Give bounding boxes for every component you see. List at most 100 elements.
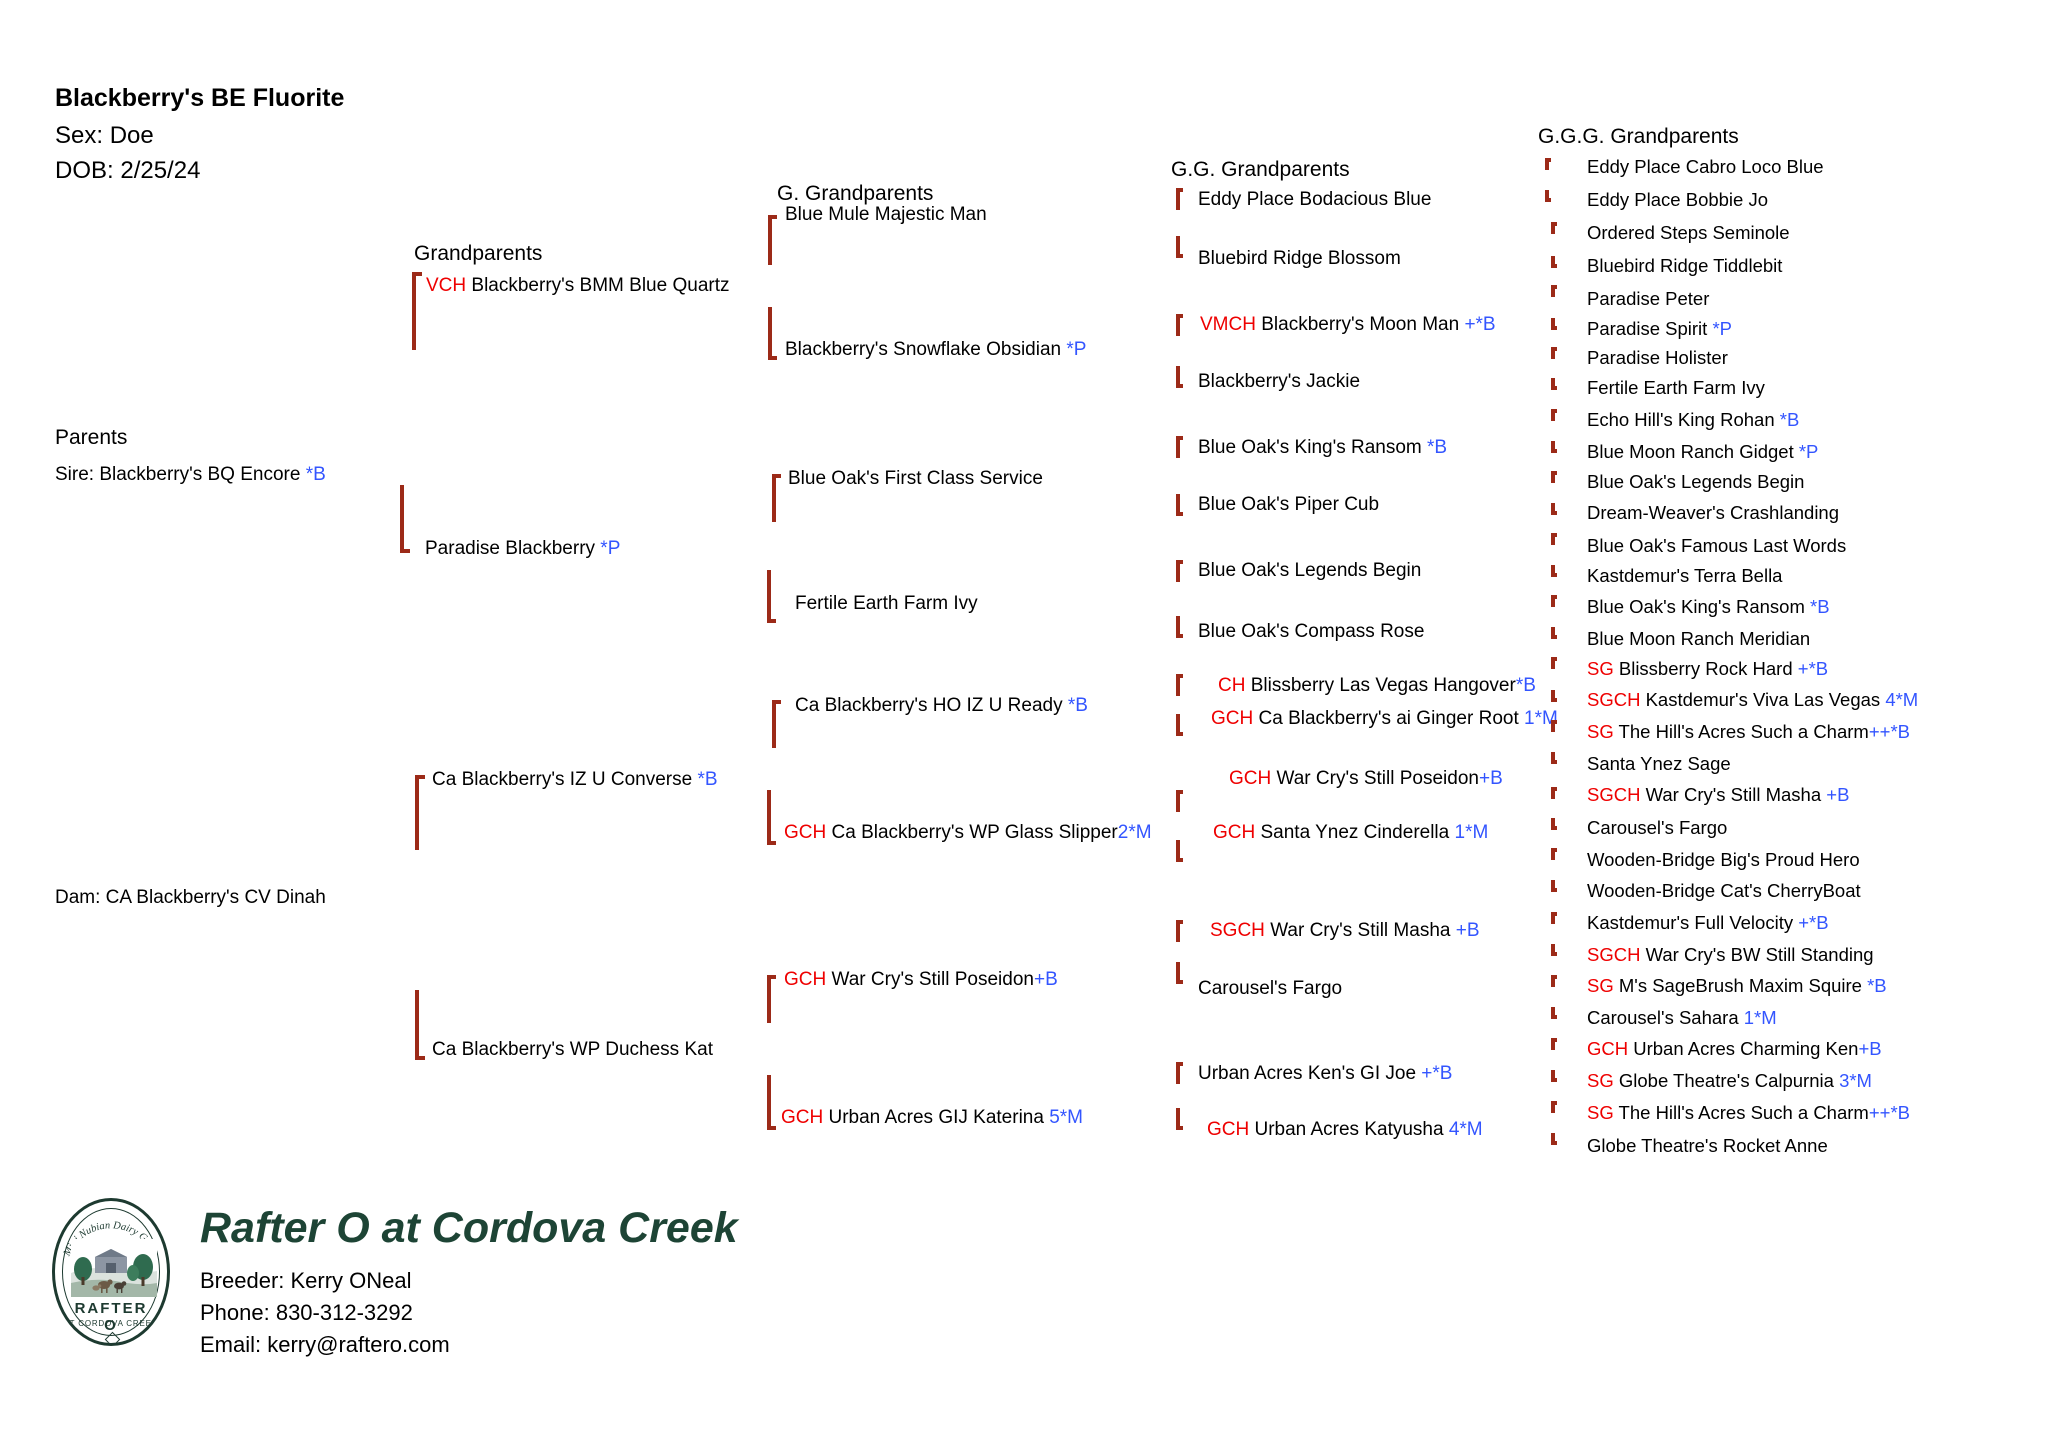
gg-grandparent-name: Blissberry Las Vegas Hangover: [1250, 675, 1516, 696]
gg-grandparent-entry: Blue Oak's Legends Begin: [1198, 561, 1421, 580]
gg-grandparent-name: Blue Oak's King's Ransom: [1198, 437, 1428, 458]
ggg-grandparent-suffix: 1*M: [1743, 1007, 1777, 1028]
ggg-grandparent-name: Kastdemur's Terra Bella: [1587, 565, 1783, 586]
ggg-grandparent-entry: Dream-Weaver's Crashlanding: [1587, 503, 1839, 523]
g-grandparent-entry: GCH Ca Blackberry's WP Glass Slipper2*M: [784, 823, 1152, 842]
bracket-ggg-grandparent-25: [1551, 912, 1557, 924]
ggg-grandparent-name: Ordered Steps Seminole: [1587, 222, 1790, 243]
gg-grandparent-suffix: *B: [1427, 437, 1448, 458]
bracket-ggg-grandparent-11: [1551, 471, 1557, 483]
ggg-grandparent-name: The Hill's Acres Such a Charm: [1618, 721, 1869, 742]
ggg-grandparent-title-prefix: SG: [1587, 1102, 1619, 1123]
ggg-grandparent-entry: Ordered Steps Seminole: [1587, 222, 1790, 243]
bracket-gg-grandparent-13: [1176, 920, 1183, 942]
ggg-grandparent-entry: SG The Hill's Acres Such a Charm++*B: [1587, 1102, 1910, 1123]
bracket-ggg-grandparent-27: [1551, 975, 1557, 987]
bracket-ggg-grandparent-22: [1551, 818, 1557, 830]
bracket-ggg-grandparent-2: [1545, 190, 1551, 202]
ggg-grandparent-name: Blissberry Rock Hard: [1618, 658, 1798, 679]
ggg-grandparent-name: War Cry's BW Still Standing: [1645, 944, 1874, 965]
gg-grandparent-entry: GCH Santa Ynez Cinderella 1*M: [1213, 823, 1488, 842]
bracket-gg-grandparent-12: [1176, 840, 1183, 862]
ggg-grandparent-name: The Hill's Acres Such a Charm: [1618, 1102, 1869, 1123]
bracket-gg-grandparent-11: [1176, 790, 1183, 812]
gg-grandparent-suffix: +B: [1478, 768, 1503, 789]
gg-grandparent-entry: GCH War Cry's Still Poseidon+B: [1229, 769, 1503, 788]
column-heading-grandparents: Grandparents: [414, 242, 543, 265]
bracket-ggg-grandparent-24: [1551, 880, 1557, 892]
ggg-grandparent-title-prefix: SG: [1587, 975, 1619, 996]
grandparent-entry: Ca Blackberry's IZ U Converse *B: [432, 770, 718, 789]
bracket-ggg-grandparent-28: [1551, 1007, 1557, 1019]
grandparent-suffix: *B: [697, 769, 718, 790]
gg-grandparent-title-prefix: GCH: [1211, 708, 1259, 729]
bracket-g-grandparent-8: [767, 1075, 776, 1130]
g-grandparent-title-prefix: GCH: [781, 1107, 829, 1128]
gg-grandparent-entry: Eddy Place Bodacious Blue: [1198, 190, 1431, 209]
bracket-grandparent-1: [412, 272, 422, 350]
gg-grandparent-title-prefix: CH: [1218, 675, 1251, 696]
ggg-grandparent-name: Wooden-Bridge Cat's CherryBoat: [1587, 880, 1861, 901]
gg-grandparent-name: War Cry's Still Masha: [1270, 920, 1456, 941]
bracket-ggg-grandparent-18: [1551, 690, 1557, 702]
grandparent-name: Ca Blackberry's WP Duchess Kat: [432, 1039, 713, 1060]
ggg-grandparent-name: Echo Hill's King Rohan: [1587, 409, 1780, 430]
bracket-ggg-grandparent-1: [1545, 158, 1551, 170]
ggg-grandparent-entry: SGCH War Cry's Still Masha +B: [1587, 785, 1849, 805]
ggg-grandparent-entry: SG Globe Theatre's Calpurnia 3*M: [1587, 1070, 1872, 1091]
bracket-ggg-grandparent-10: [1551, 441, 1557, 453]
gg-grandparent-suffix: +*B: [1464, 314, 1496, 335]
pedigree-page: Blackberry's BE Fluorite Sex: Doe DOB: 2…: [0, 0, 2048, 1447]
gg-grandparent-entry: Urban Acres Ken's GI Joe +*B: [1198, 1064, 1452, 1083]
gg-grandparent-name: Blue Oak's Compass Rose: [1198, 621, 1425, 642]
bracket-ggg-grandparent-9: [1551, 409, 1557, 421]
gg-grandparent-entry: Blackberry's Jackie: [1198, 372, 1360, 391]
bracket-ggg-grandparent-15: [1551, 595, 1557, 607]
ggg-grandparent-name: Eddy Place Cabro Loco Blue: [1587, 156, 1824, 177]
bracket-gg-grandparent-3: [1176, 314, 1183, 336]
ggg-grandparent-name: Blue Oak's Legends Begin: [1587, 471, 1805, 492]
ggg-grandparent-suffix: *B: [1779, 409, 1800, 430]
gg-grandparent-entry: GCH Ca Blackberry's ai Ginger Root 1*M: [1211, 709, 1558, 728]
ggg-grandparent-suffix: *P: [1712, 318, 1732, 339]
g-grandparent-suffix: 2*M: [1117, 822, 1152, 843]
gg-grandparent-name: War Cry's Still Poseidon: [1276, 768, 1479, 789]
bracket-ggg-grandparent-4: [1551, 256, 1557, 268]
column-heading-ggg-grandparents: G.G.G. Grandparents: [1538, 125, 1739, 148]
g-grandparent-entry: Blue Oak's First Class Service: [788, 469, 1043, 488]
ggg-grandparent-entry: Wooden-Bridge Cat's CherryBoat: [1587, 880, 1861, 901]
gg-grandparent-name: Blue Oak's Piper Cub: [1198, 494, 1380, 515]
ggg-grandparent-entry: Blue Moon Ranch Gidget *P: [1587, 441, 1819, 462]
ggg-grandparent-entry: Kastdemur's Full Velocity +*B: [1587, 913, 1829, 933]
bracket-grandparent-2: [400, 485, 410, 553]
bracket-gg-grandparent-15: [1176, 1062, 1183, 1084]
bracket-g-grandparent-1: [768, 215, 777, 265]
bracket-ggg-grandparent-32: [1551, 1133, 1557, 1145]
subject-sex: Sex: Doe: [55, 122, 154, 149]
g-grandparent-entry: GCH Urban Acres GIJ Katerina 5*M: [781, 1108, 1083, 1127]
ggg-grandparent-name: Carousel's Sahara: [1587, 1007, 1744, 1028]
ggg-grandparent-name: Kastdemur's Viva Las Vegas: [1645, 689, 1886, 710]
ggg-grandparent-entry: Echo Hill's King Rohan *B: [1587, 409, 1800, 430]
bracket-gg-grandparent-5: [1176, 436, 1183, 458]
g-grandparent-suffix: *B: [1067, 695, 1088, 716]
gg-grandparent-name: Ca Blackberry's ai Ginger Root: [1258, 708, 1525, 729]
ggg-grandparent-entry: Paradise Spirit *P: [1587, 318, 1732, 339]
ggg-grandparent-name: Globe Theatre's Calpurnia: [1618, 1070, 1840, 1091]
grandparent-name: Blackberry's BMM Blue Quartz: [471, 275, 730, 296]
gg-grandparent-suffix: 1*M: [1454, 822, 1489, 843]
grandparent-entry: Paradise Blackberry *P: [425, 539, 620, 558]
ggg-grandparent-name: Paradise Spirit: [1587, 318, 1713, 339]
ggg-grandparent-entry: Blue Moon Ranch Meridian: [1587, 629, 1810, 649]
ggg-grandparent-name: M's SageBrush Maxim Squire: [1618, 975, 1868, 996]
ggg-grandparent-entry: GCH Urban Acres Charming Ken+B: [1587, 1039, 1882, 1059]
ggg-grandparent-suffix: ++*B: [1868, 1102, 1910, 1123]
bracket-ggg-grandparent-6: [1551, 318, 1557, 330]
g-grandparent-entry: Fertile Earth Farm Ivy: [795, 594, 978, 613]
ggg-grandparent-name: Bluebird Ridge Tiddlebit: [1587, 255, 1783, 276]
ggg-grandparent-suffix: *P: [1798, 441, 1819, 462]
ggg-grandparent-suffix: 3*M: [1839, 1070, 1872, 1091]
gg-grandparent-entry: Bluebird Ridge Blossom: [1198, 249, 1401, 268]
ggg-grandparent-title-prefix: SGCH: [1587, 944, 1646, 965]
g-grandparent-name: Ca Blackberry's HO IZ U Ready: [795, 695, 1068, 716]
